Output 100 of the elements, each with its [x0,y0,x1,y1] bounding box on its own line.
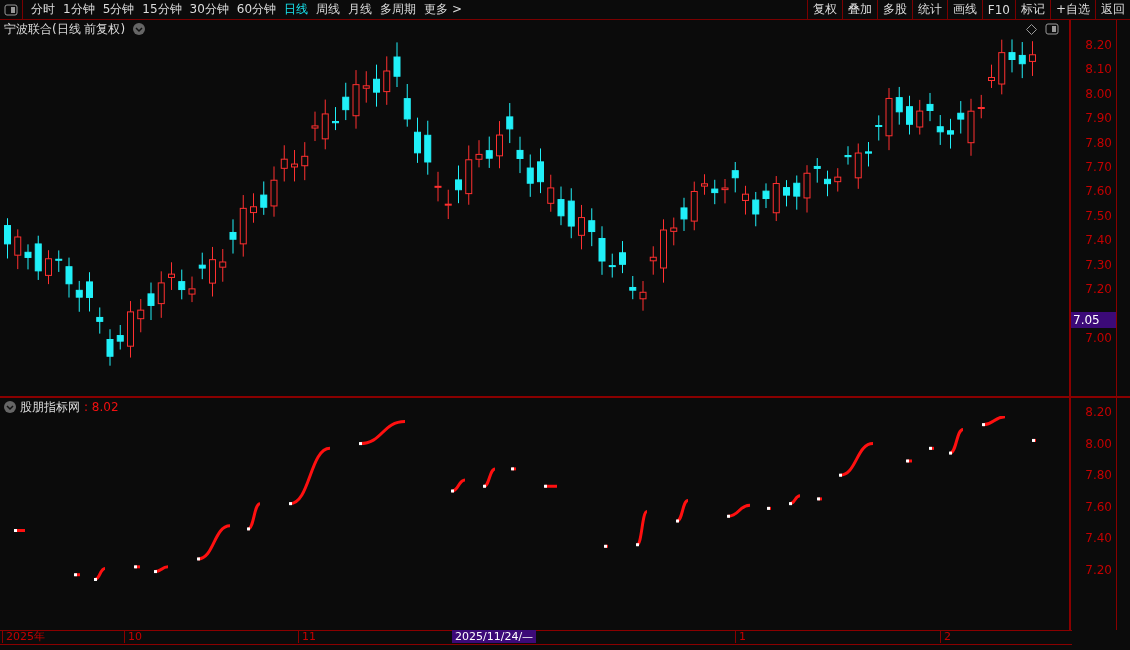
candle [1008,38,1016,73]
toolbar-button[interactable]: 复权 [806,0,842,19]
candle [127,300,134,359]
candle [96,306,104,335]
toolbar-button[interactable]: 统计 [911,0,947,19]
period-tab[interactable]: 60分钟 [232,1,281,18]
candle [926,92,934,122]
candle [649,245,657,276]
price-label: 8.00 [1085,86,1112,101]
diamond-icon[interactable] [1026,23,1037,35]
candle [1018,41,1026,79]
candle [772,175,780,222]
candle [352,69,360,130]
dropdown-icon[interactable] [4,401,16,413]
period-tab[interactable]: 1分钟 [59,1,99,18]
candle [198,252,206,280]
candle [916,99,924,136]
candle [424,120,432,176]
candle [588,207,596,247]
price-tag: 7.05 [1071,311,1116,328]
toolbar-button[interactable]: 叠加 [841,0,877,19]
candle [629,275,637,300]
candle [967,98,975,157]
toolbar-button[interactable]: +自选 [1049,0,1095,19]
toolbar-button[interactable]: F10 [981,0,1015,19]
candle [721,178,729,204]
candle [260,180,268,216]
candle [147,282,155,321]
candle [475,139,483,168]
candle [86,271,93,312]
candle [178,269,186,300]
candle [537,147,544,194]
candle [906,95,913,135]
candle [106,328,114,367]
price-label: 8.00 [1085,436,1112,451]
panel-toggle-icon[interactable] [1045,23,1059,35]
candle [321,99,329,150]
candle [957,100,965,135]
candle [444,189,452,220]
period-tab[interactable]: 15分钟 [138,1,186,18]
price-label: 7.00 [1085,330,1112,345]
candle [229,218,237,255]
candle [137,298,145,333]
date-label: 2025年 [2,630,45,643]
candle [34,235,42,281]
candle [45,249,52,285]
period-tab[interactable]: 5分钟 [98,1,139,18]
panel-toggle-icon[interactable] [4,3,18,16]
candle [731,161,739,193]
candle [168,261,175,291]
more-button[interactable]: 更多 > [420,1,466,18]
candle [496,120,503,169]
period-tab[interactable]: 30分钟 [185,1,233,18]
candle [219,248,227,283]
candle [701,173,708,196]
candle [1029,40,1036,77]
candle [116,324,124,350]
candle [762,182,770,209]
candle [998,39,1006,95]
price-label: 7.30 [1085,257,1112,272]
candle [270,165,278,218]
period-tab[interactable]: 周线 [312,1,345,18]
price-label: 8.10 [1085,62,1112,77]
candle [690,181,698,231]
candle [434,171,442,202]
candle [455,165,462,204]
price-label: 7.80 [1085,468,1112,483]
period-tab[interactable]: 分时 [27,1,59,18]
price-label: 7.40 [1085,233,1112,248]
period-tab[interactable]: 月线 [344,1,377,18]
candle [403,83,411,128]
candle [485,136,493,169]
candle [301,141,309,181]
candle [393,41,401,88]
candle [752,191,760,227]
toolbar-button[interactable]: 标记 [1014,0,1050,19]
candle [291,149,298,182]
candle [834,167,842,193]
candle [783,179,790,207]
toolbar-button[interactable]: 返回 [1095,0,1130,19]
period-tab[interactable]: 多周期 [376,1,421,18]
price-label: 7.80 [1085,135,1112,150]
date-label: 10 [124,630,142,643]
candle [742,185,749,216]
candle [567,187,575,239]
candle [209,246,216,297]
toolbar-button[interactable]: 画线 [946,0,982,19]
candle [4,217,11,259]
period-tab[interactable]: 日线 [280,1,313,18]
candle [547,174,555,213]
date-label: 1 [735,630,746,643]
dropdown-icon[interactable] [133,23,146,35]
price-label: 7.50 [1085,208,1112,223]
candle [988,64,995,89]
toolbar-button[interactable]: 多股 [876,0,912,19]
candle [578,204,585,250]
candle [24,243,32,270]
candle [947,118,954,150]
indicator-name: 股朋指标网 [20,398,80,416]
chart-title: 宁波联合(日线 前复权) [4,20,126,38]
